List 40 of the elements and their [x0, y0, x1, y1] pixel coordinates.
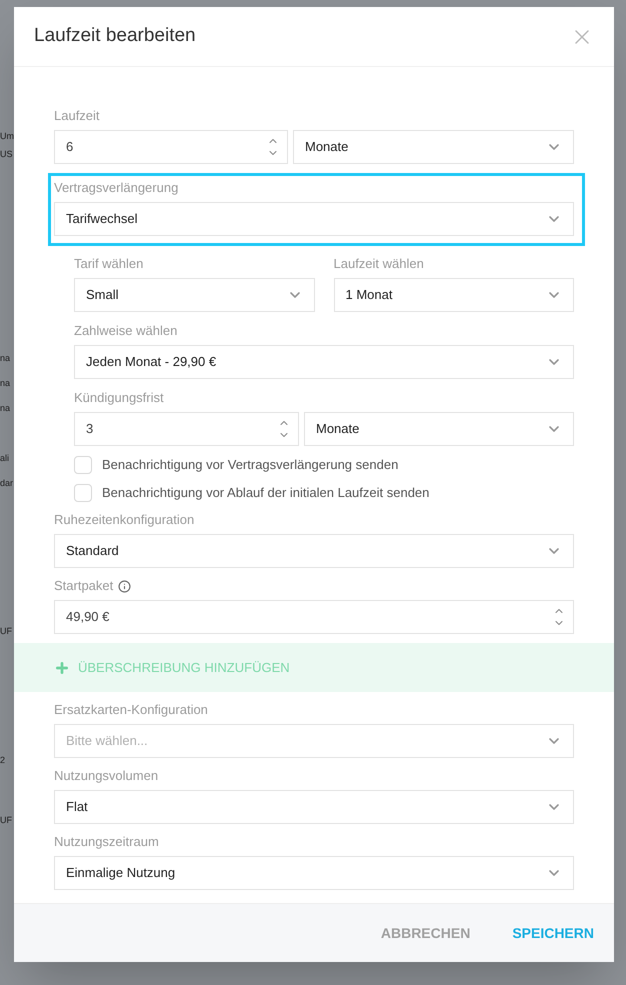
field-label: Vertragsverlängerung: [54, 179, 178, 197]
number-field[interactable]: 3: [74, 412, 299, 446]
info-icon[interactable]: [118, 580, 132, 592]
select-field[interactable]: Standard: [54, 534, 574, 568]
number-field[interactable]: 49,90 €: [54, 600, 574, 634]
background-text: UF: [0, 625, 12, 638]
background-text: 2: [0, 754, 6, 767]
field-label: Ersatzkarten-Konfiguration: [54, 701, 208, 719]
select-field[interactable]: 1 Monat: [334, 278, 574, 312]
number-field[interactable]: 6: [54, 130, 288, 164]
checkbox-label: Benachrichtigung vor Ablauf der initialen Laufzeit senden: [102, 484, 430, 502]
background-text: Um: [0, 130, 14, 143]
background-text: US: [0, 148, 13, 161]
dialog-title: Laufzeit bearbeiten: [34, 24, 196, 48]
plus-icon: [54, 660, 70, 676]
field-label: Tarif wählen: [74, 255, 144, 273]
background-text: UF: [0, 814, 12, 827]
select-field[interactable]: Monate: [293, 130, 574, 164]
checkbox-label: Benachrichtigung vor Vertragsverlängerung senden: [102, 456, 398, 474]
field-label: Ruhezeitenkonfiguration: [54, 511, 194, 529]
background-text: na: [0, 402, 10, 415]
field-label: Laufzeit wählen: [334, 255, 424, 273]
checkbox[interactable]: [74, 484, 92, 502]
field-label: Nutzungsvolumen: [54, 767, 158, 785]
field-label: Nutzungszeitraum: [54, 833, 159, 851]
select-field[interactable]: Monate: [304, 412, 574, 446]
background-text: na: [0, 352, 10, 365]
field-label: Laufzeit: [54, 107, 100, 125]
field-label: Startpaket: [54, 577, 114, 595]
field-label: Zahlweise wählen: [74, 322, 178, 340]
background-text: ali: [0, 452, 10, 465]
select-field[interactable]: Small: [74, 278, 314, 312]
select-field[interactable]: Tarifwechsel: [54, 202, 574, 236]
select-field[interactable]: Flat: [54, 790, 574, 824]
checkbox[interactable]: [74, 456, 92, 474]
select-field[interactable]: Jeden Monat - 29,90 €: [74, 345, 574, 379]
select-field[interactable]: Einmalige Nutzung: [54, 856, 574, 890]
field-label: Kündigungsfrist: [74, 389, 164, 407]
background-text: na: [0, 377, 10, 390]
background-text: dar: [0, 477, 14, 490]
